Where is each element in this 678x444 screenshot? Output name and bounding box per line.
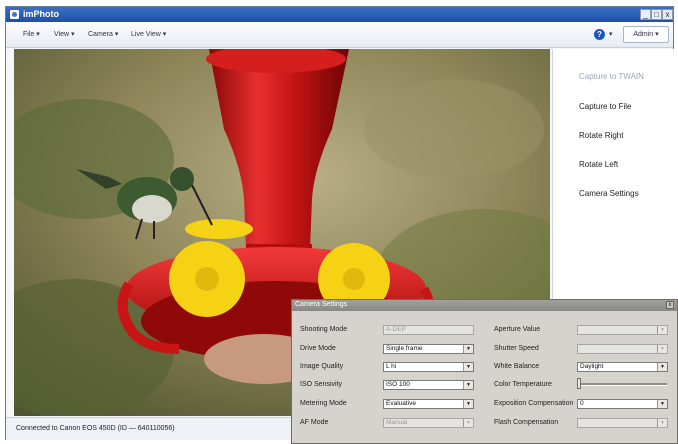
chevron-down-icon: ▼: [463, 400, 473, 408]
camera-settings-title: Camera Settings: [295, 301, 348, 308]
rotate-left-button[interactable]: Rotate Left: [579, 160, 618, 169]
rotate-right-button[interactable]: Rotate Right: [579, 131, 623, 140]
window-title: imPhoto: [23, 9, 59, 19]
chevron-down-icon: ▼: [463, 345, 473, 353]
camera-settings-button[interactable]: Camera Settings: [579, 189, 639, 198]
drive-mode-label: Drive Mode: [300, 345, 336, 352]
color-temperature-slider-thumb[interactable]: [577, 378, 581, 389]
flash-compensation-select: ▼: [577, 418, 668, 428]
menu-camera[interactable]: Camera ▾: [88, 30, 118, 38]
chevron-down-icon: ▼: [463, 419, 473, 427]
exposure-compensation-label: Exposition Compensation: [494, 400, 574, 407]
drive-mode-select[interactable]: Single frame ▼: [383, 344, 474, 354]
white-balance-label: White Balance: [494, 363, 540, 370]
shutter-speed-label: Shutter Speed: [494, 345, 539, 352]
app-icon: [10, 10, 19, 19]
capture-to-file-button[interactable]: Capture to File: [579, 102, 631, 111]
chevron-down-icon: ▼: [657, 419, 667, 427]
title-bar: imPhoto _ □ x: [6, 7, 673, 22]
shooting-mode-label: Shooting Mode: [300, 326, 348, 333]
image-quality-select[interactable]: L hi ▼: [383, 362, 474, 372]
chevron-down-icon: ▼: [463, 363, 473, 371]
chevron-down-icon: ▼: [657, 326, 667, 334]
chevron-down-icon: ▼: [657, 363, 667, 371]
aperture-value-select: ▼: [577, 325, 668, 335]
close-button[interactable]: x: [662, 9, 673, 20]
menu-live-view[interactable]: Live View ▾: [131, 30, 166, 38]
chevron-down-icon: ▼: [657, 345, 667, 353]
af-mode-label: AF Mode: [300, 419, 329, 426]
exposure-compensation-select[interactable]: 0 ▼: [577, 399, 668, 409]
connection-status: Connected to Canon EOS 450D (ID — 640110…: [16, 425, 175, 432]
af-mode-select: Manual ▼: [383, 418, 474, 428]
admin-button[interactable]: Admin ▾: [623, 26, 669, 43]
metering-mode-label: Metering Mode: [300, 400, 347, 407]
menu-bar: File ▾ View ▾ Camera ▾ Live View ▾ ? ▾ A…: [6, 22, 673, 48]
menu-view[interactable]: View ▾: [54, 30, 75, 38]
camera-settings-title-bar: Camera Settings x: [292, 300, 677, 311]
image-quality-label: Image Quality: [300, 363, 344, 370]
shutter-speed-select: ▼: [577, 344, 668, 354]
chevron-down-icon: ▼: [463, 381, 473, 389]
minimize-button[interactable]: _: [640, 9, 651, 20]
maximize-button[interactable]: □: [651, 9, 662, 20]
color-temperature-label: Color Temperature: [494, 381, 552, 388]
flash-compensation-label: Flash Compensation: [494, 419, 559, 426]
white-balance-select[interactable]: Daylight ▼: [577, 362, 668, 372]
chevron-down-icon: ▼: [657, 400, 667, 408]
metering-mode-select[interactable]: Evaluative ▼: [383, 399, 474, 409]
menu-file[interactable]: File ▾: [23, 30, 40, 38]
aperture-value-label: Aperture Value: [494, 326, 541, 333]
camera-settings-close-button[interactable]: x: [666, 301, 674, 309]
help-caret-icon[interactable]: ▾: [609, 30, 613, 38]
color-temperature-slider-track[interactable]: [579, 383, 667, 386]
iso-sensitivity-label: ISO Sensivity: [300, 381, 343, 388]
shooting-mode-field: A-DEP: [383, 325, 474, 335]
capture-to-twain-button[interactable]: Capture to TWAIN: [579, 72, 644, 81]
iso-sensitivity-select[interactable]: ISO 100 ▼: [383, 380, 474, 390]
help-icon[interactable]: ?: [594, 29, 605, 40]
